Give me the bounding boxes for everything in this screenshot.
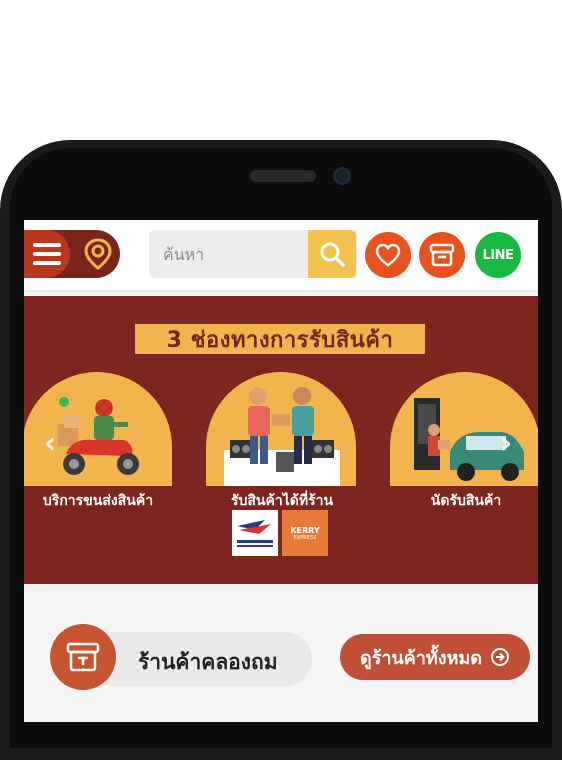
store-badge — [50, 624, 116, 690]
favorites-button[interactable] — [365, 232, 411, 278]
view-all-stores-button[interactable]: ดูร้านค้าทั้งหมด — [340, 634, 530, 680]
store-section-title: ร้านค้าคลองถม — [138, 650, 278, 674]
store-icon — [429, 243, 455, 267]
kerry-logo-subtext: EXPRESS — [293, 534, 317, 541]
menu-icon — [33, 243, 61, 247]
kerry-logo-text: KERRY — [290, 525, 320, 535]
shops-button[interactable] — [419, 232, 465, 278]
channel-label-store-pickup: รับสินค้าได้ที่ร้าน — [230, 493, 334, 509]
store-section: ร้านค้าคลองถม ดูร้านค้าทั้งหมด — [24, 584, 538, 722]
menu-button[interactable] — [24, 230, 70, 278]
scooter-illustration — [58, 397, 139, 475]
store-pickup-illustration — [224, 387, 340, 486]
location-pin-icon — [84, 238, 112, 270]
banner-title: 3 ช่องทางการรับสินค้า — [135, 324, 425, 354]
app-screen: LINE 3 ช่องทางการรับสินค้า บริการขนส่งสิ… — [24, 220, 538, 722]
carousel-prev-button[interactable]: ‹ — [38, 428, 62, 460]
carousel-next-button[interactable]: › — [494, 428, 518, 460]
search-input[interactable] — [149, 230, 299, 278]
line-icon: LINE — [482, 247, 514, 263]
channel-label-delivery: บริการขนส่งสินค้า — [42, 493, 154, 509]
channel-label-meetup: นัดรับสินค้า — [430, 493, 502, 509]
menu-icon-bar — [33, 261, 61, 265]
store-icon — [66, 642, 100, 672]
channel-store-pickup: รับสินค้าได้ที่ร้าน — [206, 372, 356, 512]
top-header: LINE — [24, 220, 538, 296]
search-icon — [320, 242, 345, 267]
delivery-channels-banner: 3 ช่องทางการรับสินค้า บริการขนส่งสินค้า — [24, 296, 538, 584]
search-button[interactable] — [308, 230, 356, 278]
view-all-stores-label: ดูร้านค้าทั้งหมด — [360, 647, 482, 668]
thai-post-logo — [232, 510, 278, 556]
kerry-logo: KERRY EXPRESS — [282, 510, 328, 556]
location-button[interactable] — [80, 235, 116, 273]
line-button[interactable]: LINE — [475, 232, 521, 278]
thai-post-logo-graphic — [237, 520, 273, 547]
phone-speaker — [250, 170, 316, 182]
heart-icon — [375, 243, 401, 267]
menu-icon-bar — [33, 252, 61, 256]
arrow-circle-right-icon — [491, 648, 509, 666]
phone-camera — [333, 167, 351, 185]
